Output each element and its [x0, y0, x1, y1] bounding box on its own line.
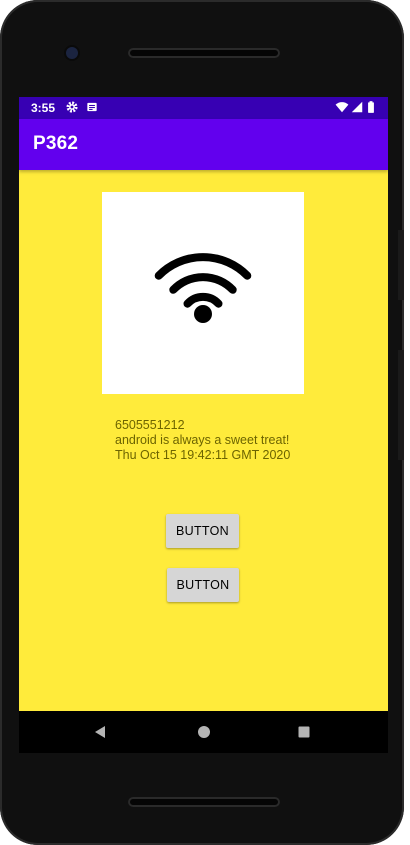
first-button[interactable]: BUTTON [166, 514, 239, 548]
wifi-image [102, 192, 304, 394]
top-speaker [128, 48, 280, 58]
navigation-bar [19, 711, 388, 753]
gear-icon [66, 101, 78, 113]
second-button[interactable]: BUTTON [167, 568, 239, 602]
message-text: android is always a sweet treat! [115, 433, 290, 447]
screen: 3:55 P362 6505551212 android is always a… [19, 97, 388, 711]
app-title: P362 [33, 133, 79, 154]
wifi-icon [154, 253, 252, 323]
volume-button [398, 350, 404, 460]
notification-icon [87, 102, 97, 112]
back-icon[interactable] [93, 725, 107, 739]
battery-icon [368, 101, 374, 113]
phone-number-text: 6505551212 [115, 418, 185, 432]
app-bar: P362 [19, 119, 388, 170]
date-text: Thu Oct 15 19:42:11 GMT 2020 [115, 448, 291, 462]
home-icon[interactable] [197, 725, 211, 739]
recents-icon[interactable] [298, 726, 310, 738]
power-button [398, 230, 404, 300]
wifi-icon [335, 102, 349, 113]
info-text: 6505551212 android is always a sweet tre… [115, 418, 290, 463]
phone-frame: 3:55 P362 6505551212 android is always a… [0, 0, 404, 845]
status-bar: 3:55 [19, 97, 388, 119]
front-camera [66, 47, 78, 59]
status-time: 3:55 [31, 101, 56, 115]
bottom-speaker [128, 797, 280, 807]
signal-icon [351, 101, 363, 113]
